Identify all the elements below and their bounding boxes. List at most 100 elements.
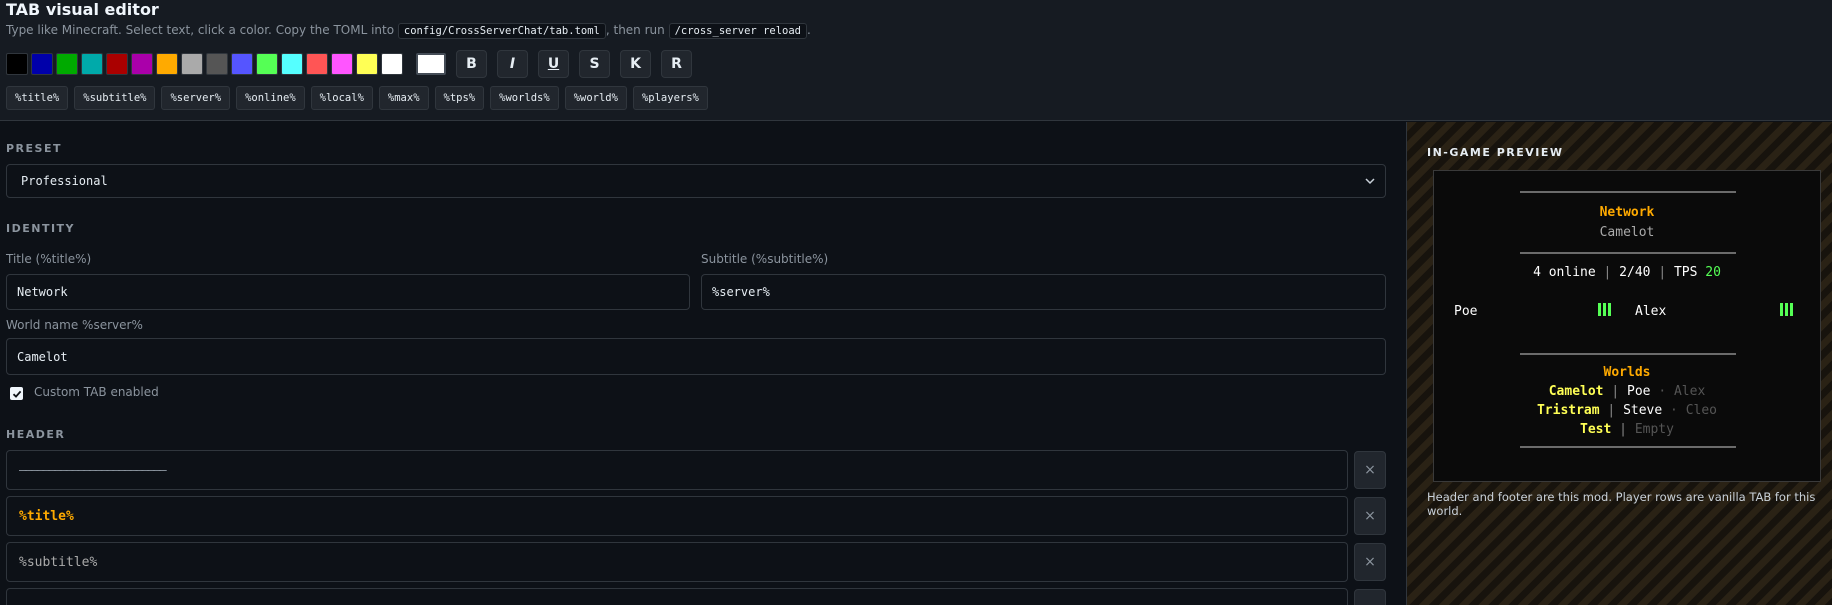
header-section-label: HEADER [6,428,66,441]
instructions-text-3: . [807,23,811,37]
color-swatch-light-purple[interactable] [331,53,353,75]
title-input-value: Network [17,285,68,299]
tab-list-preview: Network Camelot 4 online | 2/40 | TPS 20… [1433,170,1821,482]
ping-bars-icon [1780,303,1793,316]
reload-command: /cross_server reload [668,23,807,39]
color-swatch-dark-blue[interactable] [31,53,53,75]
subtitle-input[interactable]: %server% [701,274,1386,310]
title-field-label: Title (%title%) [6,252,92,266]
custom-color-picker[interactable] [416,53,446,75]
color-swatch-dark-purple[interactable] [131,53,153,75]
preview-note: Header and footer are this mod. Player r… [1427,490,1816,518]
underline-button[interactable]: U [538,50,569,78]
preview-server-subtitle: Camelot [1599,225,1655,240]
worlds-heading: Worlds [1603,365,1651,380]
var-chip-local[interactable]: %local% [310,86,373,110]
var-chip-subtitle[interactable]: %subtitle% [74,86,156,110]
preset-select[interactable]: Professional [6,164,1386,198]
color-swatch-dark-red[interactable] [106,53,128,75]
custom-tab-label: Custom TAB enabled [34,385,159,399]
color-swatch-dark-aqua[interactable] [81,53,103,75]
header-rule [1520,252,1736,254]
preset-section-label: PRESET [6,142,62,155]
color-swatch-aqua[interactable] [281,53,303,75]
close-icon: × [1364,462,1376,478]
var-chip-players[interactable]: %players% [632,86,708,110]
var-chip-online[interactable]: %online% [236,86,305,110]
color-swatch-blue[interactable] [231,53,253,75]
color-palette: B I U S K R [6,50,692,78]
variable-chips: %title% %subtitle% %server% %online% %lo… [6,86,708,110]
world-name-field-label: World name %server% [6,318,143,332]
var-chip-world[interactable]: %world% [564,86,627,110]
color-swatch-yellow[interactable] [356,53,378,75]
dot-separator: · [1658,384,1667,399]
obfuscated-button[interactable]: K [620,50,651,78]
reset-format-button[interactable]: R [661,50,692,78]
header-line-input-2[interactable]: %title% [6,496,1348,536]
subtitle-input-value: %server% [712,285,770,299]
toolbar: TAB visual editor Type like Minecraft. S… [0,0,1832,121]
header-line-text: ————————————————————————— [19,462,167,478]
header-line-input-4[interactable] [6,588,1348,605]
world-row: Test | Empty [1434,422,1820,437]
footer-rule [1520,446,1736,448]
var-chip-title[interactable]: %title% [6,86,69,110]
remove-line-button[interactable]: × [1354,451,1386,489]
header-line-input-1[interactable]: ————————————————————————— [6,450,1348,490]
color-swatch-dark-green[interactable] [56,53,78,75]
var-chip-server[interactable]: %server% [161,86,231,110]
color-swatch-gray[interactable] [181,53,203,75]
app-title: TAB visual editor [6,0,159,19]
online-count: 4 online [1533,265,1596,280]
header-line-text: %subtitle% [19,554,98,570]
config-path: config/CrossServerChat/tab.toml [397,23,606,39]
custom-tab-checkbox[interactable] [10,387,23,400]
color-swatch-dark-gray[interactable] [206,53,228,75]
world-name-input[interactable]: Camelot [6,338,1386,375]
remove-line-button[interactable]: × [1354,497,1386,535]
player-name: Poe [1454,304,1478,319]
separator: | [1619,422,1627,437]
bold-button[interactable]: B [456,50,487,78]
subtitle-field-label: Subtitle (%subtitle%) [701,252,829,266]
strikethrough-button[interactable]: S [579,50,610,78]
player-name: Alex [1635,304,1667,319]
header-rule [1520,191,1736,193]
separator: | [1607,403,1616,418]
title-input[interactable]: Network [6,274,690,310]
color-swatch-white[interactable] [381,53,403,75]
preview-title: IN-GAME PREVIEW [1427,146,1564,159]
separator: | [1603,265,1612,280]
chevron-down-icon [1365,178,1375,185]
var-chip-tps[interactable]: %tps% [434,86,485,110]
color-swatch-green[interactable] [256,53,278,75]
preview-network-title: Network [1599,205,1655,220]
tps-value: 20 [1705,265,1721,280]
color-swatch-red[interactable] [306,53,328,75]
var-chip-max[interactable]: %max% [378,86,429,110]
color-swatch-gold[interactable] [156,53,178,75]
var-chip-worlds[interactable]: %worlds% [490,86,559,110]
preset-select-value: Professional [21,174,108,188]
world-name: Test [1580,422,1612,437]
dot-separator: · [1670,403,1678,418]
world-row: Tristram | Steve · Cleo [1434,403,1820,418]
editor-form: PRESET Professional IDENTITY Title (%tit… [0,122,1405,605]
color-swatch-black[interactable] [6,53,28,75]
world-name-input-value: Camelot [17,349,68,364]
header-line-input-3[interactable]: %subtitle% [6,542,1348,582]
active-player: Steve [1623,403,1663,418]
active-player: Poe [1627,384,1651,399]
italic-button[interactable]: I [497,50,528,78]
remove-line-button[interactable]: × [1354,543,1386,581]
preview-stats-line: 4 online | 2/40 | TPS 20 [1434,265,1820,280]
world-name: Camelot [1548,384,1604,399]
identity-section-label: IDENTITY [6,222,76,235]
preview-panel: IN-GAME PREVIEW Network Camelot 4 online… [1406,122,1832,605]
empty-label: Empty [1634,422,1674,437]
remove-line-button[interactable] [1354,589,1386,605]
close-icon: × [1364,508,1376,524]
separator: | [1611,384,1620,399]
world-row: Camelot | Poe · Alex [1434,384,1820,399]
